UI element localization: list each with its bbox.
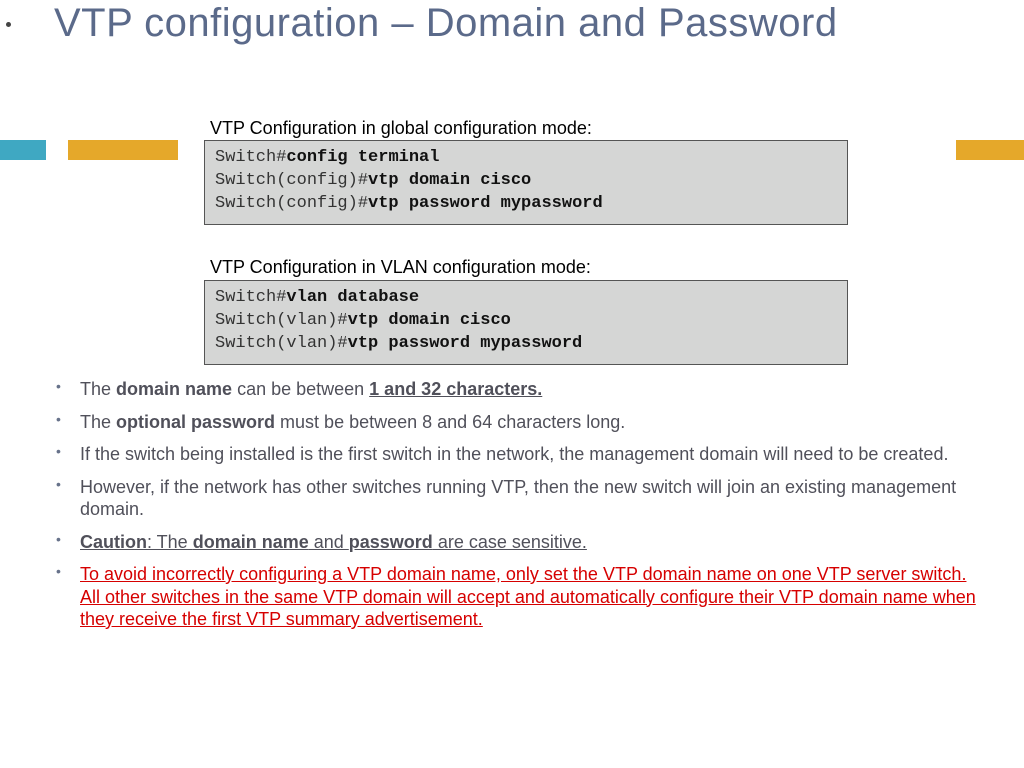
bullet-list: The domain name can be between 1 and 32 … [50, 378, 988, 641]
list-item: The domain name can be between 1 and 32 … [50, 378, 988, 401]
accent-gold-right [956, 140, 1024, 160]
code-line: Switch(vlan)#vtp password mypassword [215, 333, 837, 356]
page-title: VTP configuration – Domain and Password [54, 0, 838, 46]
list-item: However, if the network has other switch… [50, 476, 988, 521]
list-item-warning: To avoid incorrectly configuring a VTP d… [50, 563, 988, 631]
code-line: Switch(config)#vtp domain cisco [215, 170, 837, 193]
list-item: The optional password must be between 8 … [50, 411, 988, 434]
codebox-vlan: Switch#vlan database Switch(vlan)#vtp do… [204, 280, 848, 365]
codebox2-caption: VTP Configuration in VLAN configuration … [210, 257, 591, 278]
title-bullet [6, 22, 11, 27]
codebox1-caption: VTP Configuration in global configuratio… [210, 118, 592, 139]
code-line: Switch(config)#vtp password mypassword [215, 193, 837, 216]
accent-gold-left [68, 140, 178, 160]
code-line: Switch#vlan database [215, 287, 837, 310]
list-item: If the switch being installed is the fir… [50, 443, 988, 466]
codebox-global: Switch#config terminal Switch(config)#vt… [204, 140, 848, 225]
list-item: Caution: The domain name and password ar… [50, 531, 988, 554]
accent-teal [0, 140, 46, 160]
code-line: Switch(vlan)#vtp domain cisco [215, 310, 837, 333]
code-line: Switch#config terminal [215, 147, 837, 170]
